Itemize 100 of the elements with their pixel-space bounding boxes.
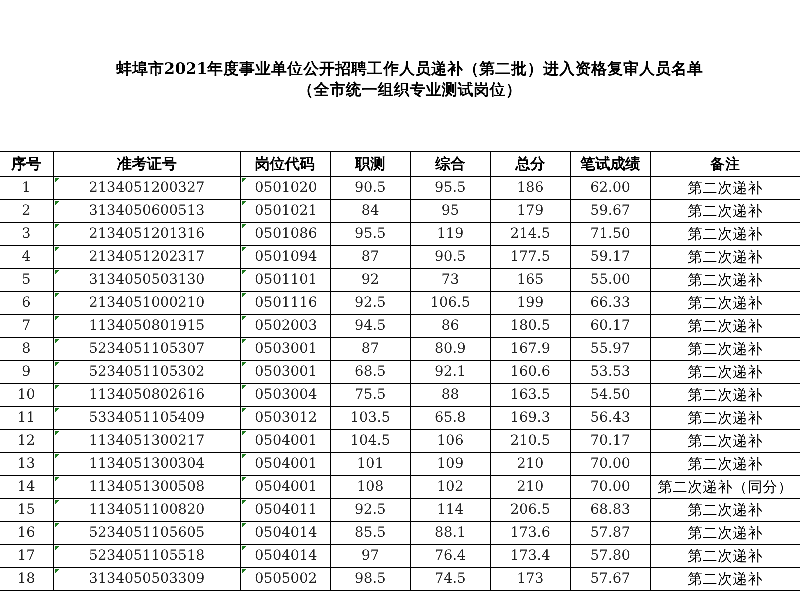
column-header: 序号 [0,152,54,176]
table-cell: 102 [437,479,464,495]
table-cell: 0501094 [255,249,318,265]
table-cell: 90.5 [354,180,386,196]
table-cell: 57.67 [590,571,631,587]
table-cell: 80.9 [434,341,466,357]
table-cell: 1134051300217 [89,433,205,449]
table-cell: 9 [22,364,31,380]
table-cell-text: 第二次递补 [688,294,763,312]
table-cell-text: 第二次递补 [688,272,763,290]
table-cell-text: 第二次递补 [688,524,763,542]
table-cell: 87 [362,341,380,357]
table-cell: 70.17 [590,433,631,449]
table-cell: 0504001 [255,456,318,472]
table-cell-text: 第二次递补 [688,248,763,266]
table-cell: 84 [362,203,380,219]
table-cell: 3134050503130 [89,272,205,288]
table-cell: 0503001 [255,341,318,357]
table-cell-text: 第二次递补 [688,548,763,566]
sheet-title: 蚌埠市2021年度事业单位公开招聘工作人员递补（第二批）进入资格复审人员名单 [116,58,704,79]
table-cell: 169.3 [510,410,551,426]
table-cell: 54.50 [590,387,631,403]
table-cell: 0504014 [255,525,318,541]
table-cell: 206.5 [510,502,551,518]
table-cell: 88.1 [434,525,466,541]
table-cell: 75.5 [354,387,386,403]
table-cell: 109 [437,456,464,472]
table-cell: 5234051105302 [89,364,205,380]
table-cell: 57.87 [590,525,631,541]
table-cell-text: 第二次递补 [688,502,763,520]
table-cell: 8 [22,341,31,357]
table-cell: 0503001 [255,364,318,380]
table-cell: 95.5 [354,226,386,242]
table-cell: 90.5 [434,249,466,265]
table-cell: 16 [18,525,36,541]
table-cell: 1134050801915 [89,318,205,334]
table-cell: 163.5 [510,387,551,403]
table-cell: 2134051200327 [89,180,205,196]
table-cell: 68.5 [354,364,386,380]
table-cell-text: 第二次递补 [688,364,763,382]
table-cell: 53.53 [590,364,631,380]
table-cell: 0501020 [255,180,318,196]
table-cell: 104.5 [350,433,391,449]
table-cell: 17 [18,548,36,564]
table-cell: 13 [18,456,36,472]
table-cell-text: 第二次递补 [688,386,763,404]
table-cell: 2134051202317 [89,249,205,265]
table-cell: 167.9 [510,341,551,357]
table-cell: 0501086 [255,226,318,242]
table-cell: 86 [442,318,460,334]
table-cell: 173.4 [510,548,551,564]
table-cell-text: 第二次递补 [688,410,763,428]
table-cell: 98.5 [354,571,386,587]
table-cell: 66.33 [590,295,631,311]
table-cell: 179 [517,203,544,219]
table-cell-text: 第二次递补 [688,570,763,588]
table-cell: 59.17 [590,249,631,265]
table-cell: 92.1 [434,364,466,380]
table-cell: 70.00 [590,479,631,495]
column-header: 综合 [411,152,491,176]
table-cell: 114 [437,502,464,518]
column-header: 备注 [709,154,742,174]
table-cell: 95 [442,203,460,219]
table-cell: 0501021 [255,203,318,219]
table-cell: 70.00 [590,456,631,472]
table-cell: 76.4 [434,548,466,564]
column-header: 准考证号 [54,152,241,176]
table-cell: 92.5 [354,502,386,518]
table-cell: 2134051201316 [89,226,205,242]
table-cell: 59.67 [590,203,631,219]
table-cell: 10 [18,387,36,403]
sheet-title: （全市统一组织专业测试岗位） [298,79,522,100]
table-cell: 92 [362,272,380,288]
table-cell: 6 [22,295,31,311]
table-cell: 0503004 [255,387,318,403]
table-cell: 210.5 [510,433,551,449]
table-cell: 92.5 [354,295,386,311]
table-cell: 57.80 [590,548,631,564]
table-cell: 165 [517,272,544,288]
column-header: 职测 [331,152,411,176]
table-cell: 0504014 [255,548,318,564]
table-cell: 180.5 [510,318,551,334]
table-cell: 0503012 [255,410,318,426]
table-cell-text: 第二次递补 [688,432,763,450]
table-cell: 65.8 [434,410,466,426]
table-cell: 1134050802616 [89,387,205,403]
table-cell: 95.5 [434,180,466,196]
table-cell: 55.97 [590,341,631,357]
table-cell: 1 [22,180,31,196]
table-cell: 5334051105409 [89,410,205,426]
table-cell: 5234051105307 [89,341,205,357]
table-cell: 101 [357,456,384,472]
table-cell: 0502003 [255,318,318,334]
table-cell: 3134050503309 [89,571,205,587]
table-cell: 7 [22,318,31,334]
table-cell: 18 [18,571,36,587]
table-cell: 199 [517,295,544,311]
table-cell-text: 第二次递补 [688,318,763,336]
table-cell: 15 [18,502,36,518]
table-cell: 87 [362,249,380,265]
